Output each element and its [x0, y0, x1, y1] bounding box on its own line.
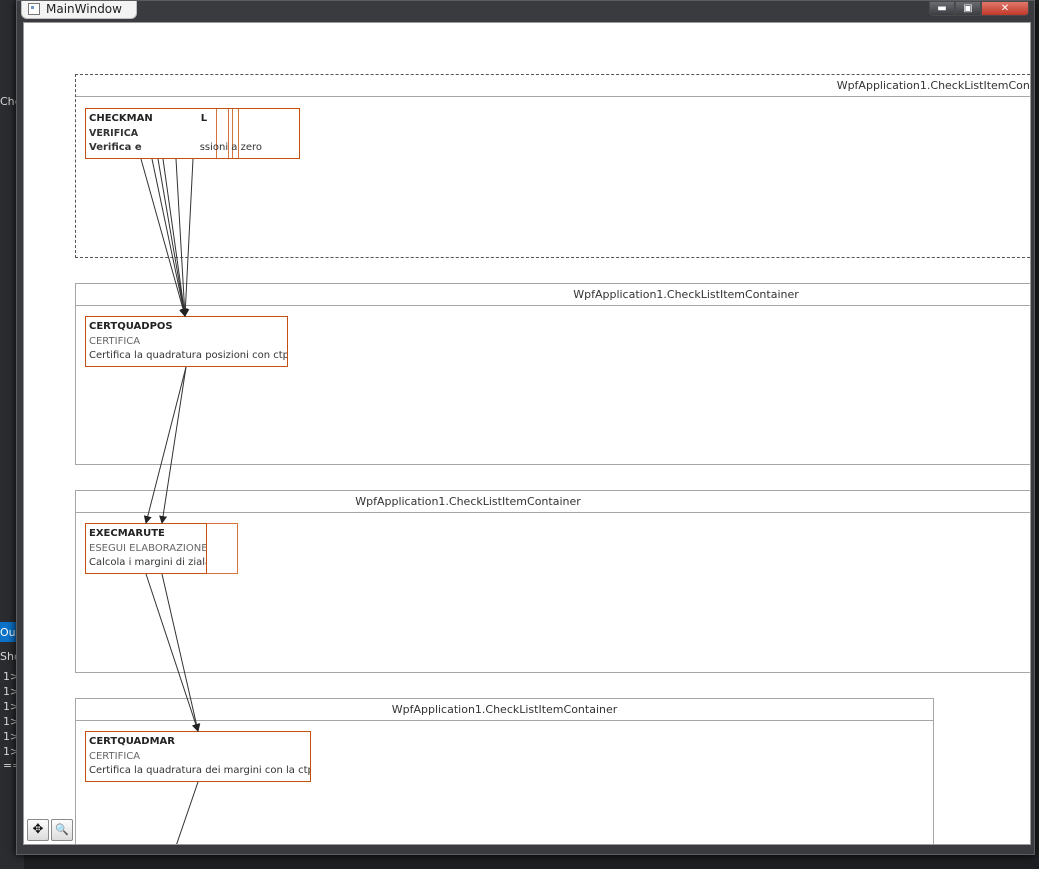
connector-arrow — [140, 158, 187, 317]
window-title: MainWindow — [46, 2, 122, 16]
connector-layer — [140, 158, 201, 844]
connector-arrow — [145, 573, 200, 732]
maximize-button[interactable]: ▣ — [955, 1, 981, 16]
window-icon — [28, 3, 40, 15]
title-tab: MainWindow — [21, 1, 137, 19]
title-bar[interactable]: MainWindow ▬ ▣ ✕ — [17, 1, 1034, 23]
connector-arrow — [161, 573, 201, 732]
connector-arrow — [181, 158, 194, 317]
close-button[interactable]: ✕ — [981, 1, 1029, 16]
connector-arrow — [176, 781, 199, 844]
pan-button[interactable]: ✥ — [27, 819, 49, 841]
zoom-button[interactable]: 🔍 — [51, 819, 73, 841]
connector-arrow — [162, 158, 188, 317]
minimize-button[interactable]: ▬ — [929, 1, 955, 16]
diagram-canvas[interactable]: WpfApplication1.CheckListItemContai CHEC… — [23, 22, 1031, 845]
